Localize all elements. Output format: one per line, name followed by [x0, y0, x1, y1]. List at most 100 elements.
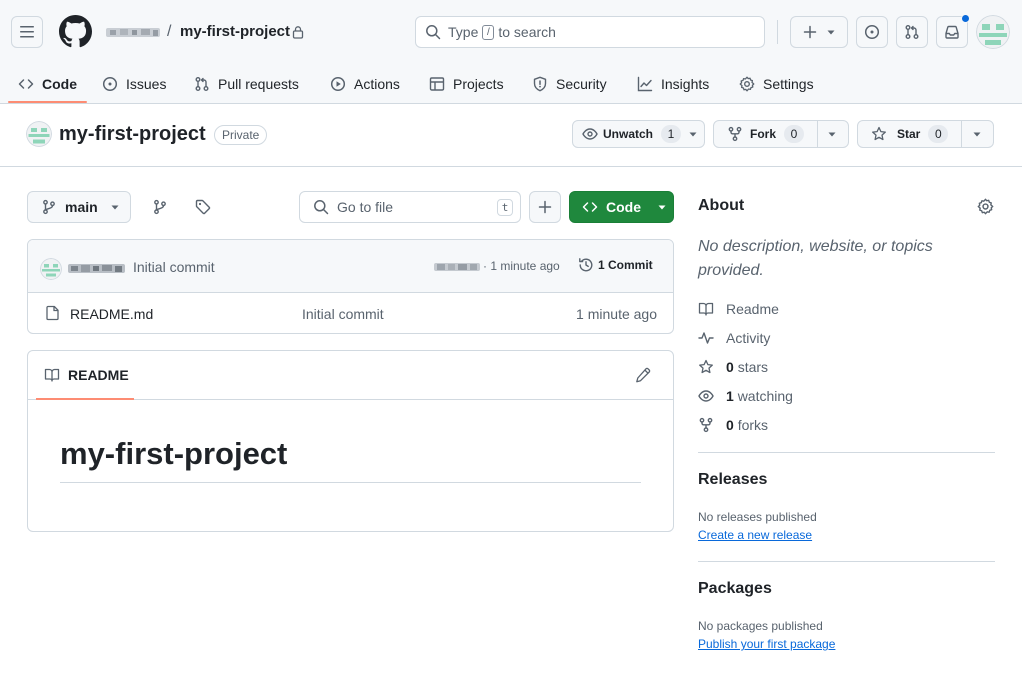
go-to-file-placeholder: Go to file: [337, 199, 394, 215]
triangle-down-icon: [689, 132, 697, 137]
issues-button[interactable]: [856, 16, 888, 48]
search-text-after: to search: [498, 24, 556, 40]
go-to-file-input[interactable]: Go to file t: [299, 191, 521, 223]
file-name-link[interactable]: README.md: [70, 306, 153, 322]
branch-name: main: [65, 199, 98, 215]
file-commit-message[interactable]: Initial commit: [302, 306, 384, 322]
sidebar-divider: [698, 452, 995, 453]
watching-count: 1: [726, 388, 734, 404]
star-dropdown-icon[interactable]: [972, 129, 982, 139]
git-pull-request-icon: [905, 25, 919, 39]
file-browser: Initial commit · 1 minute ago 1 Commit R…: [27, 239, 674, 334]
menu-button[interactable]: [11, 16, 43, 48]
readme-heading: my-first-project: [60, 436, 288, 471]
github-logo-icon[interactable]: [59, 15, 92, 48]
tab-actions[interactable]: Actions: [330, 64, 400, 104]
fork-dropdown-icon[interactable]: [827, 129, 837, 139]
pulse-icon: [698, 332, 714, 344]
packages-title[interactable]: Packages: [698, 580, 772, 598]
about-forks-link[interactable]: 0 forks: [698, 417, 768, 433]
header-divider: [777, 20, 778, 44]
fork-icon: [728, 126, 742, 142]
pull-requests-button[interactable]: [896, 16, 928, 48]
readme-header: README: [28, 351, 673, 400]
watch-count: 1: [661, 125, 682, 143]
forks-count: 0: [726, 417, 734, 433]
branches-icon[interactable]: [152, 199, 168, 215]
commit-sha-blurred[interactable]: [434, 261, 480, 273]
pencil-icon[interactable]: [635, 367, 651, 383]
unwatch-button[interactable]: Unwatch 1: [572, 120, 705, 148]
commit-author-blurred[interactable]: [68, 262, 125, 275]
tab-insights[interactable]: Insights: [637, 64, 709, 104]
about-watching-link[interactable]: 1 watching: [698, 388, 793, 404]
repo-title[interactable]: my-first-project: [59, 123, 206, 146]
git-branch-icon: [43, 199, 55, 215]
code-button-label: Code: [606, 199, 641, 215]
commit-message[interactable]: Initial commit: [133, 259, 215, 275]
releases-title[interactable]: Releases: [698, 471, 767, 489]
tab-projects[interactable]: Projects: [429, 64, 504, 104]
issue-icon: [864, 24, 880, 40]
star-label: Star: [897, 127, 921, 141]
user-avatar[interactable]: [976, 15, 1010, 49]
create-new-button[interactable]: [790, 16, 848, 48]
inbox-icon: [945, 25, 959, 39]
gear-icon[interactable]: [977, 198, 994, 215]
readme-tab[interactable]: README: [44, 367, 129, 383]
search-shortcut-key: /: [482, 24, 495, 40]
unwatch-label: Unwatch: [603, 127, 654, 141]
tag-icon[interactable]: [195, 199, 211, 215]
readme-tab-underline: [36, 398, 134, 400]
tab-projects-label: Projects: [453, 76, 504, 92]
packages-empty-text: No packages published: [698, 619, 823, 633]
star-button[interactable]: Star 0: [857, 120, 994, 148]
search-icon: [314, 200, 329, 215]
go-to-file-shortcut: t: [497, 199, 513, 216]
tab-pull-requests-label: Pull requests: [218, 76, 299, 92]
publish-package-link[interactable]: Publish your first package: [698, 637, 835, 651]
tab-issues[interactable]: Issues: [102, 64, 166, 104]
issue-icon: [102, 76, 118, 92]
breadcrumb-repo[interactable]: my-first-project: [180, 23, 290, 40]
triangle-down-icon: [111, 205, 119, 210]
add-file-button[interactable]: [529, 191, 561, 223]
owner-name-blurred[interactable]: [106, 24, 160, 40]
active-tab-underline: [8, 101, 87, 103]
eye-icon: [582, 128, 598, 140]
tab-insights-label: Insights: [661, 76, 710, 92]
releases-empty-text: No releases published: [698, 510, 817, 524]
about-readme-link[interactable]: Readme: [698, 301, 779, 317]
play-icon: [330, 76, 346, 92]
tab-security[interactable]: Security: [532, 64, 607, 104]
breadcrumb-separator: /: [167, 23, 172, 40]
code-icon: [582, 202, 598, 212]
book-icon: [698, 302, 714, 316]
branch-selector[interactable]: main: [27, 191, 131, 223]
about-stars-link[interactable]: 0 stars: [698, 359, 768, 375]
code-dropdown-button[interactable]: Code: [569, 191, 674, 223]
tab-settings[interactable]: Settings: [739, 64, 814, 104]
search-input[interactable]: Type / to search: [415, 16, 765, 48]
sidebar-divider: [698, 561, 995, 562]
commit-author-avatar[interactable]: [40, 258, 62, 280]
tab-pull-requests[interactable]: Pull requests: [194, 64, 299, 104]
file-icon: [46, 305, 59, 321]
lock-icon: [292, 26, 304, 39]
forks-label: forks: [737, 417, 769, 433]
repo-owner-avatar[interactable]: [26, 121, 52, 147]
readme-tab-label: README: [68, 367, 129, 383]
commit-count-label: 1 Commit: [598, 258, 653, 272]
plus-icon: [538, 200, 552, 214]
create-release-link[interactable]: Create a new release: [698, 528, 812, 542]
about-activity-link[interactable]: Activity: [698, 330, 770, 346]
star-split-divider: [961, 121, 962, 147]
file-row[interactable]: README.md Initial commit 1 minute ago: [28, 293, 673, 333]
readme-panel: README my-first-project: [27, 350, 674, 532]
commits-link[interactable]: 1 Commit: [578, 257, 653, 273]
triangle-down-icon: [658, 205, 666, 210]
tab-code[interactable]: Code: [18, 64, 77, 104]
about-description: No description, website, or topics provi…: [698, 238, 933, 279]
gear-icon: [739, 76, 755, 92]
fork-button[interactable]: Fork 0: [713, 120, 849, 148]
